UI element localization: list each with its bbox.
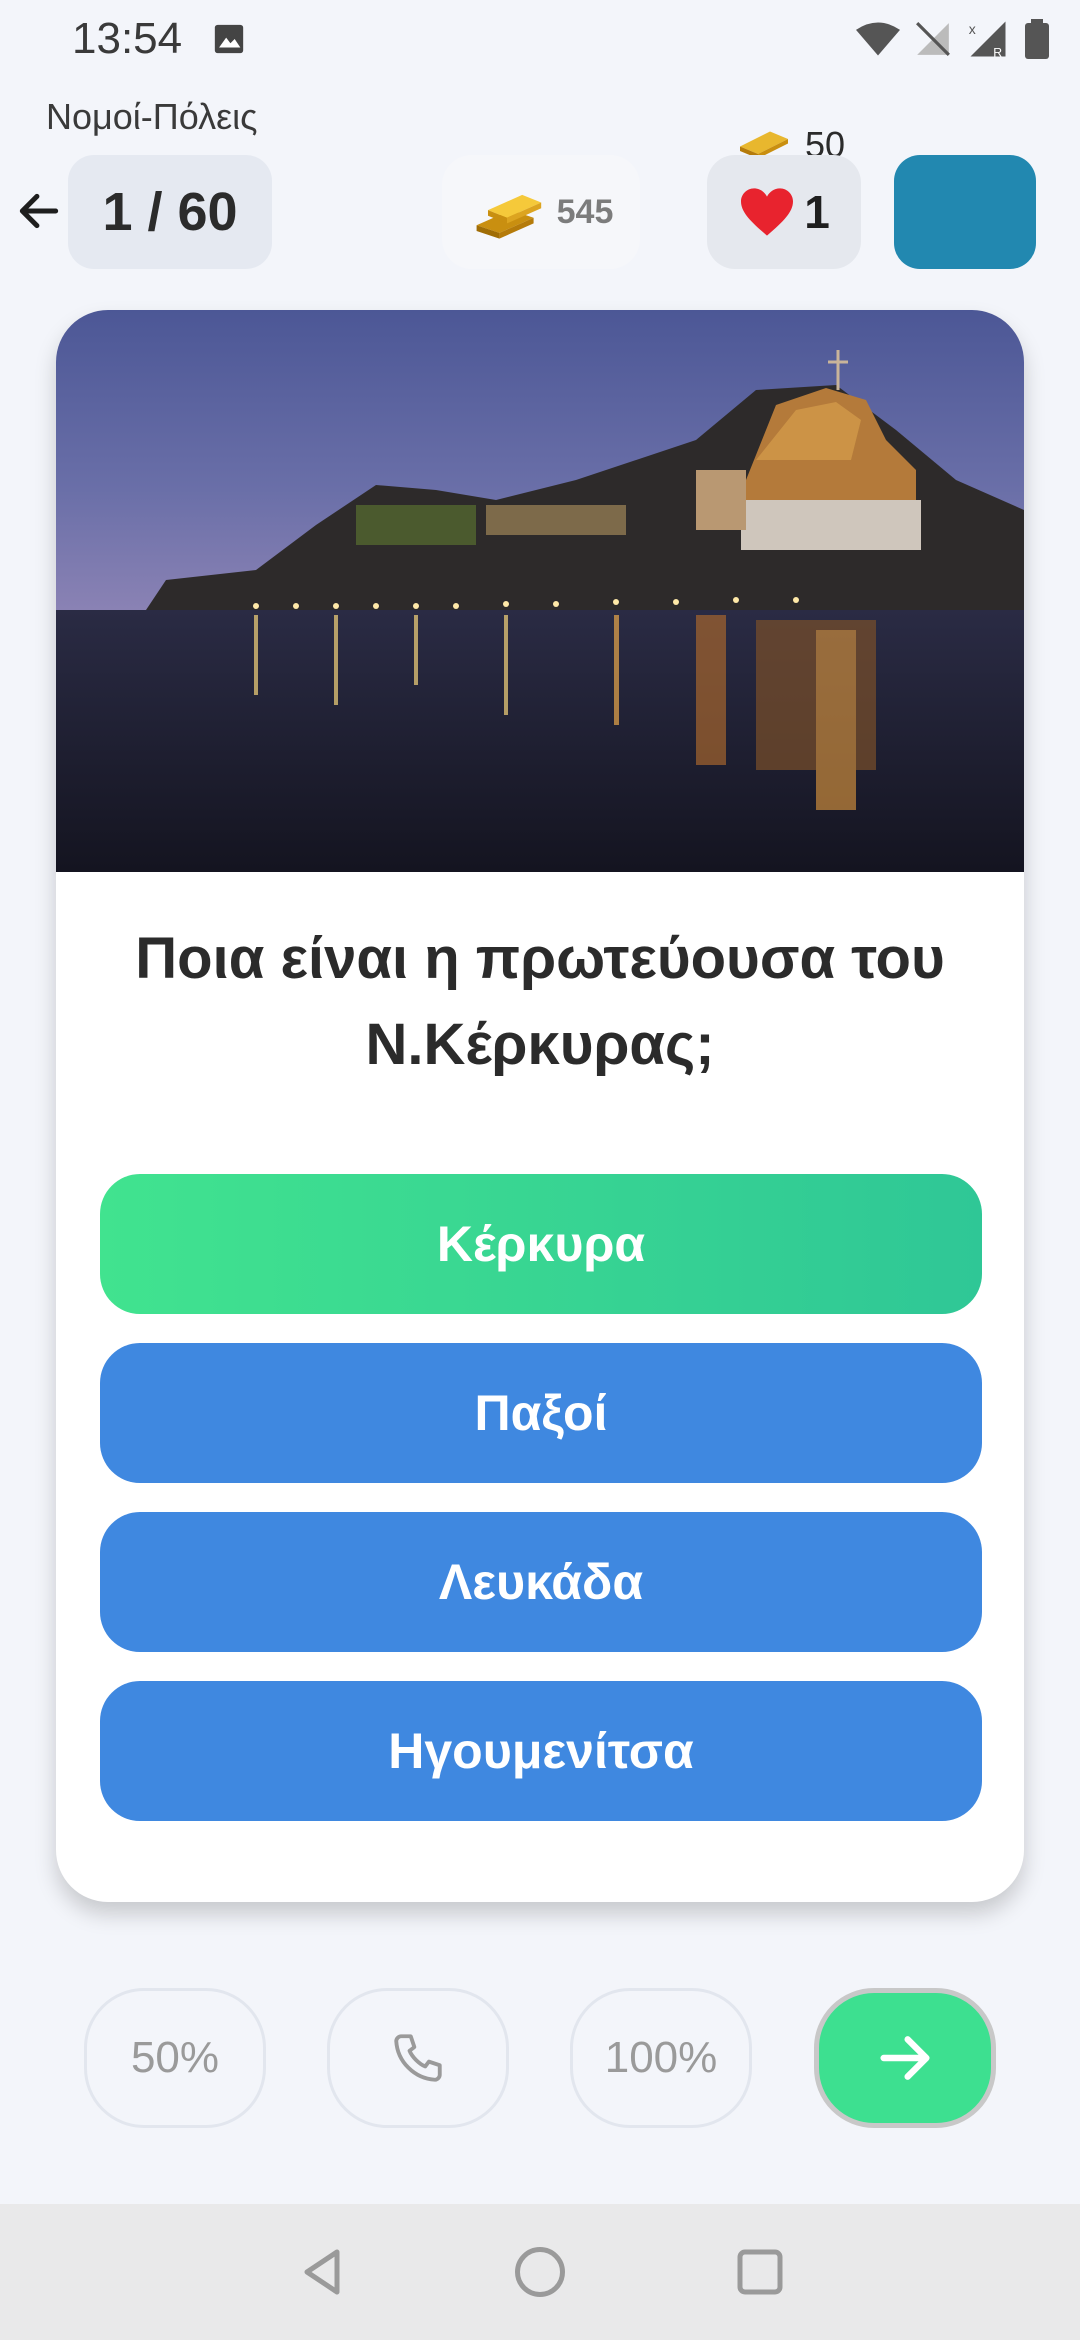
back-arrow-icon[interactable] — [14, 186, 64, 236]
answer-button-3[interactable]: Λευκάδα — [100, 1512, 982, 1652]
next-button[interactable] — [814, 1988, 996, 2128]
phone-lifeline-button[interactable] — [327, 1988, 509, 2128]
answer-button-2[interactable]: Παξοί — [100, 1343, 982, 1483]
phone-icon — [394, 2034, 442, 2082]
category-title: Νομοί-Πόλεις — [46, 96, 258, 137]
progress-text: 1 / 60 — [102, 182, 238, 242]
svg-text:R: R — [993, 46, 1002, 60]
lives-count: 1 — [804, 186, 830, 238]
wifi-icon — [856, 22, 900, 56]
gold-bars-icon — [476, 194, 541, 239]
fifty-fifty-button[interactable]: 50% — [84, 1988, 266, 2128]
image-icon — [214, 24, 244, 54]
battery-icon — [1025, 19, 1049, 59]
signal-roaming-icon: x R — [969, 21, 1006, 60]
nav-home-icon[interactable] — [510, 2242, 570, 2302]
answer-button-1[interactable]: Κέρκυρα — [100, 1174, 982, 1314]
system-nav-bar — [0, 2204, 1080, 2340]
lives-counter[interactable]: 1 — [707, 155, 861, 269]
heart-icon — [741, 188, 794, 236]
svg-text:x: x — [969, 21, 976, 37]
fifty-fifty-label: 50% — [130, 2033, 220, 2082]
status-bar: 13:54 x R — [0, 0, 1080, 80]
question-progress: 1 / 60 — [68, 155, 272, 269]
question-text: Ποια είναι η πρωτεύουσα του Ν.Κέρκυρας; — [135, 926, 945, 1077]
arrow-right-icon — [880, 2036, 930, 2080]
hundred-percent-button[interactable]: 100% — [570, 1988, 752, 2128]
no-signal-icon — [916, 22, 950, 56]
coins-count: 545 — [556, 192, 614, 231]
nav-back-icon[interactable] — [292, 2242, 352, 2302]
status-time: 13:54 — [72, 14, 183, 63]
answer-button-4[interactable]: Ηγουμενίτσα — [100, 1681, 982, 1821]
hundred-percent-label: 100% — [604, 2033, 718, 2082]
coins-counter[interactable]: 545 — [442, 155, 640, 269]
profile-button[interactable] — [894, 155, 1036, 269]
question-image — [56, 310, 1024, 872]
nav-recents-icon[interactable] — [730, 2242, 790, 2302]
question-card: Ποια είναι η πρωτεύουσα του Ν.Κέρκυρας; … — [56, 310, 1024, 1902]
status-icons: x R — [856, 18, 1050, 60]
